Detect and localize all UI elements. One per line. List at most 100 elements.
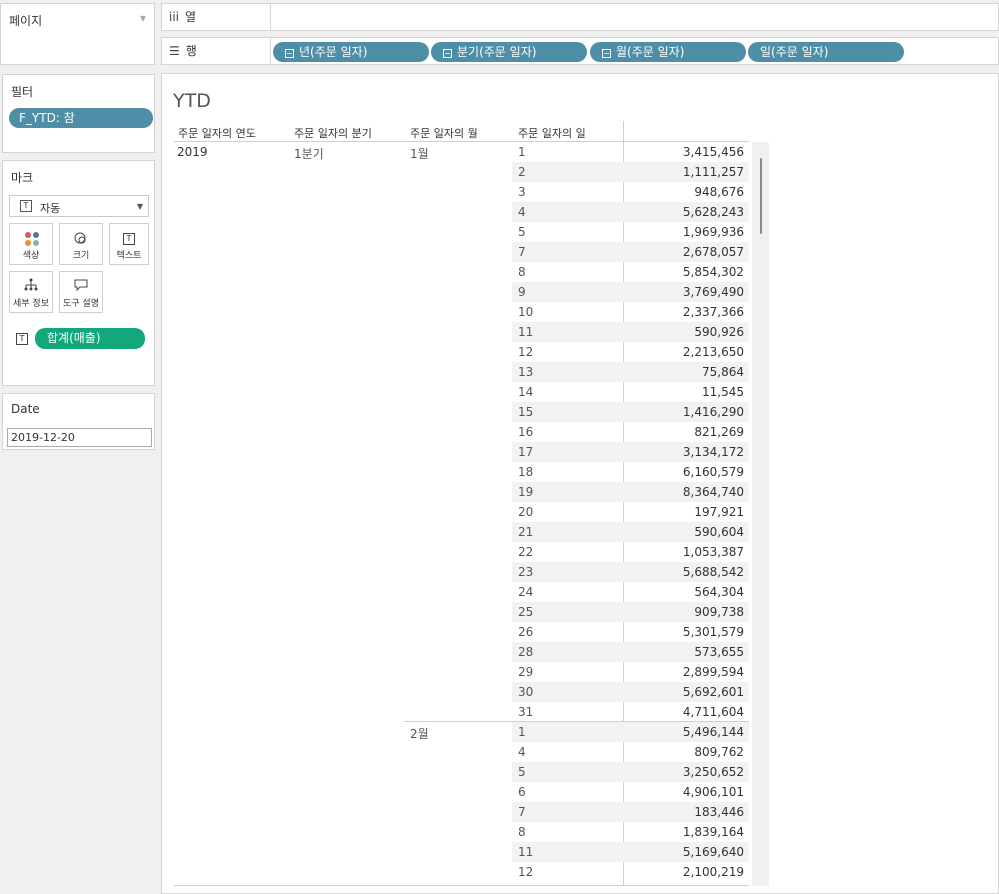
- color-button[interactable]: 색상: [9, 223, 53, 265]
- day-cell[interactable]: 29: [518, 665, 533, 679]
- day-cell[interactable]: 12: [518, 865, 533, 879]
- mark-type-dropdown[interactable]: T 자동 ▼: [9, 195, 149, 217]
- day-cell[interactable]: 11: [518, 845, 533, 859]
- sales-value-cell[interactable]: 590,604: [634, 525, 744, 539]
- day-cell[interactable]: 23: [518, 565, 533, 579]
- sales-value-cell[interactable]: 821,269: [634, 425, 744, 439]
- sales-value-cell[interactable]: 6,160,579: [634, 465, 744, 479]
- pages-dropdown-icon[interactable]: ▼: [140, 14, 146, 23]
- day-cell[interactable]: 7: [518, 805, 526, 819]
- sales-value-cell[interactable]: 909,738: [634, 605, 744, 619]
- day-cell[interactable]: 15: [518, 405, 533, 419]
- sales-value-cell[interactable]: 3,250,652: [634, 765, 744, 779]
- sales-value-cell[interactable]: 11,545: [634, 385, 744, 399]
- day-cell[interactable]: 31: [518, 705, 533, 719]
- collapse-icon[interactable]: −: [443, 49, 452, 58]
- day-cell[interactable]: 5: [518, 225, 526, 239]
- sales-value-cell[interactable]: 3,134,172: [634, 445, 744, 459]
- day-cell[interactable]: 20: [518, 505, 533, 519]
- sales-value-cell[interactable]: 75,864: [634, 365, 744, 379]
- vertical-scrollbar[interactable]: [752, 142, 769, 886]
- day-cell[interactable]: 4: [518, 205, 526, 219]
- sales-value-cell[interactable]: 5,496,144: [634, 725, 744, 739]
- day-cell[interactable]: 1: [518, 725, 526, 739]
- day-cell[interactable]: 24: [518, 585, 533, 599]
- sales-value-cell[interactable]: 5,301,579: [634, 625, 744, 639]
- sales-value-cell[interactable]: 197,921: [634, 505, 744, 519]
- text-button[interactable]: T 텍스트: [109, 223, 149, 265]
- month-cell[interactable]: 2월: [410, 725, 429, 742]
- sales-value-cell[interactable]: 1,839,164: [634, 825, 744, 839]
- sales-value-cell[interactable]: 948,676: [634, 185, 744, 199]
- sales-value-cell[interactable]: 2,213,650: [634, 345, 744, 359]
- sales-value-cell[interactable]: 2,337,366: [634, 305, 744, 319]
- sales-value-cell[interactable]: 183,446: [634, 805, 744, 819]
- day-cell[interactable]: 16: [518, 425, 533, 439]
- filter-pill-f-ytd[interactable]: F_YTD: 참: [9, 108, 153, 128]
- sales-value-cell[interactable]: 5,692,601: [634, 685, 744, 699]
- day-cell[interactable]: 14: [518, 385, 533, 399]
- quarter-cell[interactable]: 1분기: [294, 145, 324, 162]
- sales-value-cell[interactable]: 590,926: [634, 325, 744, 339]
- sales-value-cell[interactable]: 8,364,740: [634, 485, 744, 499]
- day-cell[interactable]: 11: [518, 325, 533, 339]
- day-cell[interactable]: 13: [518, 365, 533, 379]
- day-cell[interactable]: 28: [518, 645, 533, 659]
- day-cell[interactable]: 6: [518, 785, 526, 799]
- day-cell[interactable]: 4: [518, 745, 526, 759]
- sales-value-cell[interactable]: 3,415,456: [634, 145, 744, 159]
- tooltip-button[interactable]: 도구 설명: [59, 271, 103, 313]
- sales-value-cell[interactable]: 809,762: [634, 745, 744, 759]
- sales-value-cell[interactable]: 5,688,542: [634, 565, 744, 579]
- rows-pill-day[interactable]: 일(주문 일자): [748, 42, 904, 62]
- month-cell[interactable]: 1월: [410, 145, 429, 162]
- day-cell[interactable]: 21: [518, 525, 533, 539]
- sales-value-cell[interactable]: 2,678,057: [634, 245, 744, 259]
- day-cell[interactable]: 30: [518, 685, 533, 699]
- sales-value-cell[interactable]: 4,711,604: [634, 705, 744, 719]
- sales-value-cell[interactable]: 2,899,594: [634, 665, 744, 679]
- day-cell[interactable]: 2: [518, 165, 526, 179]
- rows-pill-year[interactable]: − 년(주문 일자): [273, 42, 429, 62]
- sales-value-cell[interactable]: 1,969,936: [634, 225, 744, 239]
- day-cell[interactable]: 7: [518, 245, 526, 259]
- scrollbar-thumb[interactable]: [760, 158, 762, 234]
- day-cell[interactable]: 18: [518, 465, 533, 479]
- day-cell[interactable]: 19: [518, 485, 533, 499]
- day-cell[interactable]: 3: [518, 185, 526, 199]
- day-cell[interactable]: 26: [518, 625, 533, 639]
- day-cell[interactable]: 12: [518, 345, 533, 359]
- sales-value-cell[interactable]: 1,053,387: [634, 545, 744, 559]
- day-cell[interactable]: 25: [518, 605, 533, 619]
- rows-pill-month[interactable]: − 월(주문 일자): [590, 42, 746, 62]
- rows-pill-quarter[interactable]: − 분기(주문 일자): [431, 42, 587, 62]
- sales-value-cell[interactable]: 573,655: [634, 645, 744, 659]
- sales-value-cell[interactable]: 1,111,257: [634, 165, 744, 179]
- size-button[interactable]: 크기: [59, 223, 103, 265]
- measure-pill-sum-sales[interactable]: 합계(매출): [35, 328, 145, 349]
- size-label: 크기: [72, 251, 90, 261]
- day-cell[interactable]: 1: [518, 145, 526, 159]
- day-cell[interactable]: 17: [518, 445, 533, 459]
- day-cell[interactable]: 10: [518, 305, 533, 319]
- columns-shelf[interactable]: iii 열: [161, 3, 999, 31]
- collapse-icon[interactable]: −: [602, 49, 611, 58]
- collapse-icon[interactable]: −: [285, 49, 294, 58]
- date-input[interactable]: [7, 428, 152, 447]
- sales-value-cell[interactable]: 5,628,243: [634, 205, 744, 219]
- day-cell[interactable]: 8: [518, 265, 526, 279]
- sales-value-cell[interactable]: 5,169,640: [634, 845, 744, 859]
- sales-value-cell[interactable]: 5,854,302: [634, 265, 744, 279]
- detail-button[interactable]: 세부 정보: [9, 271, 53, 313]
- sales-value-cell[interactable]: 1,416,290: [634, 405, 744, 419]
- day-cell[interactable]: 22: [518, 545, 533, 559]
- sales-value-cell[interactable]: 2,100,219: [634, 865, 744, 879]
- rows-shelf[interactable]: ☰ 행 − 년(주문 일자) − 분기(주문 일자) − 월(주문 일자) 일(주문 일…: [161, 37, 999, 65]
- sales-value-cell[interactable]: 3,769,490: [634, 285, 744, 299]
- year-cell[interactable]: 2019: [177, 145, 208, 159]
- sales-value-cell[interactable]: 4,906,101: [634, 785, 744, 799]
- day-cell[interactable]: 9: [518, 285, 526, 299]
- sales-value-cell[interactable]: 564,304: [634, 585, 744, 599]
- day-cell[interactable]: 8: [518, 825, 526, 839]
- day-cell[interactable]: 5: [518, 765, 526, 779]
